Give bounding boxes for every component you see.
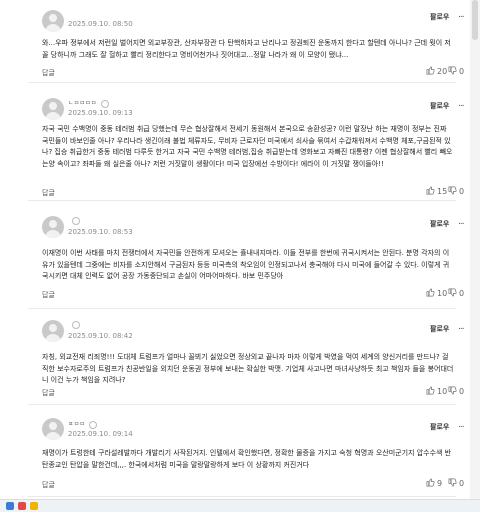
like-count: 20 xyxy=(437,67,448,76)
scrollbar-thumb[interactable] xyxy=(472,0,478,40)
thumbs-up-icon xyxy=(426,386,435,395)
windows-start-icon[interactable] xyxy=(6,502,14,510)
thumbs-down-icon xyxy=(448,66,457,75)
taskbar xyxy=(0,499,480,512)
thumbs-down-icon xyxy=(448,186,457,195)
like-button[interactable]: 20 xyxy=(426,66,447,76)
dislike-button[interactable]: 0 xyxy=(448,288,464,298)
follow-button[interactable]: 팔로우 xyxy=(430,12,449,22)
dislike-button[interactable]: 0 xyxy=(448,478,464,488)
comment-item: 2025.09.10. 08:50 팔로우 ... 와...우파 정부에서 저런… xyxy=(28,2,465,83)
dislike-count: 0 xyxy=(459,289,465,298)
comment-date: 2025.09.10. 08:42 xyxy=(68,332,133,340)
app-icon[interactable] xyxy=(30,502,38,510)
badge-icon xyxy=(100,99,109,108)
comment-text: 와...우파 정부에서 저런일 벌어지면 외교부장관, 산자부장관 다 탄핵하자… xyxy=(42,39,451,59)
more-options-icon[interactable]: ... xyxy=(458,217,465,227)
like-button[interactable]: 9 xyxy=(426,478,442,488)
thumbs-up-icon xyxy=(426,288,435,297)
badge-icon xyxy=(72,217,80,225)
dislike-count: 0 xyxy=(459,67,465,76)
comment-nickname[interactable] xyxy=(68,217,80,225)
comment-item: 2025.09.10. 08:42 팔로우 ... 자칭, 외교전재 리죄명!!… xyxy=(28,312,465,405)
more-options-icon[interactable]: ... xyxy=(458,322,465,332)
comment-date: 2025.09.10. 08:50 xyxy=(68,20,133,28)
like-button[interactable]: 15 xyxy=(426,186,447,196)
avatar[interactable] xyxy=(42,216,64,238)
dislike-button[interactable]: 0 xyxy=(448,186,464,196)
more-options-icon[interactable]: ... xyxy=(458,10,465,20)
more-options-icon[interactable]: ... xyxy=(458,420,465,430)
follow-button[interactable]: 팔로우 xyxy=(430,101,449,111)
follow-button[interactable]: 팔로우 xyxy=(430,324,449,334)
thumbs-down-icon xyxy=(448,478,457,487)
avatar[interactable] xyxy=(42,418,64,440)
like-count: 15 xyxy=(437,187,448,196)
more-options-icon[interactable]: ... xyxy=(458,99,465,109)
comment-text: 자국 국민 수백명이 중동 테러범 취급 당했는데 무슨 협상잘해서 전세기 동… xyxy=(42,125,453,168)
reply-button[interactable]: 답글 xyxy=(42,480,55,490)
avatar[interactable] xyxy=(42,320,64,342)
avatar[interactable] xyxy=(42,10,64,32)
thumbs-down-icon xyxy=(448,288,457,297)
comment-text: 이재명이 이번 사태를 마치 전쟁터에서 자국민들 안전하게 모셔오는 휼내내지… xyxy=(42,249,450,280)
like-count: 10 xyxy=(437,387,448,396)
like-button[interactable]: 10 xyxy=(426,386,447,396)
comment-nickname[interactable]: ㅍㅁㅁ xyxy=(68,419,98,429)
dislike-count: 0 xyxy=(459,387,465,396)
dislike-button[interactable]: 0 xyxy=(448,66,464,76)
like-count: 9 xyxy=(437,479,443,488)
thumbs-up-icon xyxy=(426,478,435,487)
reply-button[interactable]: 답글 xyxy=(42,68,55,78)
comment-date: 2025.09.10. 09:14 xyxy=(68,430,133,438)
reply-button[interactable]: 답글 xyxy=(42,188,55,198)
app-icon[interactable] xyxy=(18,502,26,510)
comment-item: ㅍㅁㅁ 2025.09.10. 09:14 팔로우 ... 재명이가 트렁한테 … xyxy=(28,410,465,497)
avatar[interactable] xyxy=(42,98,64,120)
thumbs-up-icon xyxy=(426,186,435,195)
reply-button[interactable]: 답글 xyxy=(42,388,55,398)
dislike-count: 0 xyxy=(459,187,465,196)
dislike-count: 0 xyxy=(459,479,465,488)
reply-button[interactable]: 답글 xyxy=(42,290,55,300)
comment-nickname[interactable]: ㄴㅁㅁㅁㅁ xyxy=(68,98,109,108)
comment-date: 2025.09.10. 08:53 xyxy=(68,228,133,236)
badge-icon xyxy=(72,321,80,329)
thumbs-up-icon xyxy=(426,66,435,75)
comment-nickname[interactable] xyxy=(68,321,80,329)
dislike-button[interactable]: 0 xyxy=(448,386,464,396)
scrollbar[interactable] xyxy=(470,0,480,500)
comment-item: 2025.09.10. 08:53 팔로우 ... 이재명이 이번 사태를 마치… xyxy=(28,208,465,309)
like-count: 10 xyxy=(437,289,448,298)
follow-button[interactable]: 팔로우 xyxy=(430,422,449,432)
badge-icon xyxy=(89,420,98,429)
comment-text: 재명이가 트렁한테 구라설레발까다 개발리기 사작된거지. 인텔에서 확인했다면… xyxy=(42,449,452,469)
comment-date: 2025.09.10. 09:13 xyxy=(68,109,133,117)
comment-text: 자칭, 외교전재 리죄명!!! 도대체 트럼프가 얼마나 꼴뵈기 싫었으면 정상… xyxy=(42,353,454,384)
follow-button[interactable]: 팔로우 xyxy=(430,219,449,229)
thumbs-down-icon xyxy=(448,386,457,395)
like-button[interactable]: 10 xyxy=(426,288,447,298)
comment-item: ㄴㅁㅁㅁㅁ 2025.09.10. 09:13 팔로우 ... 자국 국민 수백… xyxy=(28,88,465,201)
